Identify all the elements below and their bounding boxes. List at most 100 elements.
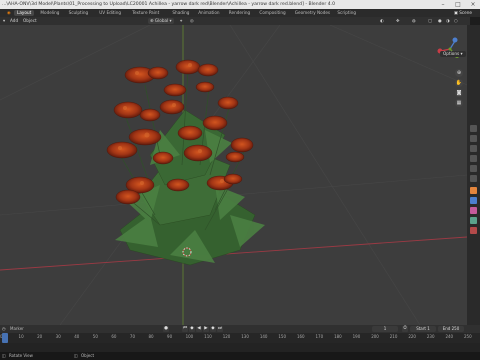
zoom-icon[interactable]: ⊕: [455, 69, 463, 77]
view-layer-tab-icon[interactable]: [470, 155, 477, 162]
current-frame-field[interactable]: 1: [372, 326, 398, 332]
frame-tick-label: 180: [334, 334, 342, 339]
frame-tick-label: 120: [222, 334, 231, 339]
status-bar: ◫ Rotate View ◫ Object: [0, 352, 480, 360]
tab-workspace-3[interactable]: UV Editing: [96, 10, 124, 16]
frame-tick-label: 250: [464, 334, 472, 339]
minimize-icon[interactable]: –: [436, 0, 450, 9]
modifier-tab-icon[interactable]: [470, 197, 477, 204]
xray-icon[interactable]: ▢: [428, 18, 432, 24]
tab-workspace-0[interactable]: Layout: [14, 10, 35, 16]
particles-tab-icon[interactable]: [470, 207, 477, 214]
menu-object[interactable]: Object: [23, 18, 37, 24]
frame-tick-label: 150: [278, 334, 287, 339]
timeline-header: ◷ Marker ● ⏮ ◆ ◀ ▶ ◆ ⏭ 1 ⏱ Start 1 End 2…: [0, 325, 480, 333]
mode-selector[interactable]: ▾: [3, 18, 5, 24]
close-icon[interactable]: ×: [466, 0, 480, 9]
frame-tick-label: 10: [18, 334, 24, 339]
frame-tick-label: 20: [37, 334, 43, 339]
tab-workspace-7[interactable]: Rendering: [226, 10, 253, 16]
visibility-icon[interactable]: ◐: [380, 18, 384, 24]
workspace-bar: ◉ Layout Modeling Sculpting UV Editing Textu…: [0, 9, 480, 17]
end-value: 250: [451, 326, 460, 331]
physics-tab-icon[interactable]: [470, 217, 477, 224]
material-tab-icon[interactable]: [470, 227, 477, 234]
frame-tick-label: 220: [408, 334, 416, 339]
frame-tick-label: 140: [259, 334, 268, 339]
status-hint-object: Object: [81, 353, 95, 358]
frame-tick-label: 170: [315, 334, 324, 339]
playhead-marker[interactable]: [2, 333, 8, 343]
next-key-icon[interactable]: ◆: [210, 326, 216, 332]
object-tab-icon[interactable]: [470, 187, 477, 194]
orientation-dropdown[interactable]: ⊕ Global ▾: [148, 18, 174, 24]
world-tab-icon[interactable]: [470, 175, 477, 182]
shading-material-icon[interactable]: ◑: [446, 18, 450, 24]
frame-tick-label: 60: [111, 334, 117, 339]
frame-tick-label: 110: [204, 334, 212, 339]
end-label: End: [442, 326, 451, 331]
window-titlebar: ...\AHA-ONV\3d Model\Plants\01_Processin…: [0, 0, 480, 9]
overlays-icon[interactable]: ◍: [412, 18, 416, 24]
scene-tab-icon[interactable]: [470, 165, 477, 172]
start-frame-field[interactable]: Start 1: [410, 326, 436, 332]
jump-start-icon[interactable]: ⏮: [182, 326, 188, 332]
scene-label: Scene: [459, 10, 472, 15]
pan-hand-icon[interactable]: ✋: [455, 79, 463, 87]
timeline-body[interactable]: [0, 343, 480, 352]
frame-tick-label: 40: [74, 334, 80, 339]
window-title: ...\AHA-ONV\3d Model\Plants\01_Processin…: [2, 2, 336, 7]
maximize-icon[interactable]: □: [451, 0, 465, 9]
tool-tab-icon[interactable]: [470, 125, 477, 132]
menu-add[interactable]: Add: [10, 18, 18, 24]
timeline-ruler[interactable]: 0102030405060708090100110120130140150160…: [0, 333, 480, 343]
frame-tick-label: 240: [445, 334, 454, 339]
play-icon[interactable]: ▶: [203, 326, 209, 332]
proportional-edit-icon[interactable]: ◎: [190, 18, 194, 24]
prev-key-icon[interactable]: ◆: [189, 326, 195, 332]
perspective-toggle-icon[interactable]: ▦: [455, 99, 463, 107]
keyframe-icon[interactable]: ●: [163, 326, 169, 332]
tab-workspace-10[interactable]: Scripting: [334, 10, 359, 16]
tab-workspace-4[interactable]: Texture Paint: [129, 10, 162, 16]
3d-viewport[interactable]: Options ▾ ⊕ ✋ ◙ ▦: [0, 25, 467, 325]
snap-icon[interactable]: ⌖: [180, 18, 182, 24]
tab-workspace-2[interactable]: Sculpting: [66, 10, 92, 16]
blender-logo-icon[interactable]: ◉: [4, 10, 14, 16]
play-reverse-icon[interactable]: ◀: [196, 326, 202, 332]
menu-marker[interactable]: Marker: [10, 326, 24, 332]
status-hint: Rotate View: [9, 353, 33, 358]
properties-tab-strip: [467, 25, 480, 325]
frame-tick-label: 30: [55, 334, 61, 339]
gizmo-icon[interactable]: ✥: [396, 18, 400, 24]
start-value: 1: [427, 326, 430, 331]
shading-solid-icon[interactable]: ●: [438, 18, 442, 24]
frame-tick-label: 130: [241, 334, 249, 339]
tab-workspace-5[interactable]: Shading: [169, 10, 192, 16]
options-label: Options: [443, 51, 460, 56]
jump-end-icon[interactable]: ⏭: [217, 326, 223, 332]
render-tab-icon[interactable]: [470, 135, 477, 142]
camera-view-icon[interactable]: ◙: [455, 89, 463, 97]
tab-workspace-9[interactable]: Geometry Nodes: [292, 10, 333, 16]
viewport-canvas: [0, 25, 467, 325]
output-tab-icon[interactable]: [470, 145, 477, 152]
orientation-label: Global: [154, 18, 169, 23]
end-frame-field[interactable]: End 250: [438, 326, 464, 332]
frame-tick-label: 160: [296, 334, 305, 339]
timeline-editor-icon[interactable]: ◷: [2, 326, 6, 332]
tab-workspace-8[interactable]: Compositing: [256, 10, 288, 16]
frame-tick-label: 200: [371, 334, 379, 339]
scene-selector[interactable]: ▣ Scene: [454, 10, 472, 16]
shading-rendered-icon[interactable]: ○: [454, 18, 458, 24]
frame-tick-label: 90: [167, 334, 173, 339]
options-dropdown[interactable]: Options ▾: [440, 51, 466, 57]
frame-tick-label: 100: [185, 334, 194, 339]
tab-workspace-1[interactable]: Modeling: [37, 10, 62, 16]
stopwatch-icon[interactable]: ⏱: [402, 326, 408, 332]
frame-tick-label: 190: [352, 334, 361, 339]
mouse-right-icon: ◫: [74, 353, 78, 358]
tab-workspace-6[interactable]: Animation: [195, 10, 222, 16]
frame-tick-label: 80: [148, 334, 154, 339]
achillea-plant-model[interactable]: [106, 59, 265, 266]
